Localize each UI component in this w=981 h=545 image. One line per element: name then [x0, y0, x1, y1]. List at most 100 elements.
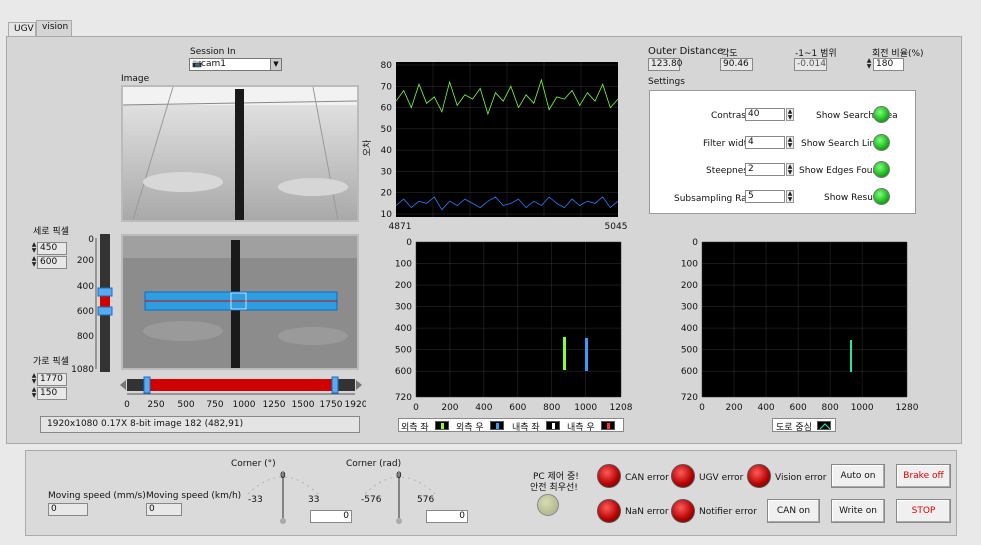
show-result-toggle[interactable]: [873, 188, 890, 205]
hslider-tick: 1750: [320, 400, 343, 410]
horizontal-pixel-label: 가로 픽셀: [33, 357, 69, 367]
outer-distance-label: Outer Distance: [648, 46, 724, 57]
tab-ugv[interactable]: UGV: [8, 22, 36, 36]
x-max-label: 5045: [605, 222, 628, 232]
stop-button[interactable]: STOP: [896, 499, 951, 523]
y-tick: 500: [395, 346, 412, 356]
filter-input[interactable]: 4: [745, 136, 785, 149]
image-label: Image: [121, 74, 150, 84]
y-tick: 400: [395, 324, 412, 334]
y-tick: 70: [381, 82, 393, 92]
lane-edge-chart: 0 100 200 300 400 500 600 720 0 200 400 600 800 1000…: [395, 238, 633, 413]
hslider-left-handle: [143, 376, 151, 394]
processed-image: [121, 234, 359, 370]
hslider-tick: 1500: [292, 400, 315, 410]
ratio-spin[interactable]: ▲ ▼: [865, 58, 873, 71]
show-result-label: Show Result: [824, 193, 879, 203]
steepness-input[interactable]: 2: [745, 163, 785, 176]
horizontal-pixel-2[interactable]: 150: [37, 387, 67, 400]
x-tick: 1280: [896, 403, 919, 413]
vertical-pixel-label: 세로 픽셀: [33, 227, 69, 237]
can-error-led: [597, 464, 621, 488]
x-tick: 1000: [851, 403, 874, 413]
horizontal-range-slider[interactable]: 0 250 500 750 1000 1250 1500 1750 1920: [118, 376, 366, 412]
y-tick: 200: [681, 281, 698, 291]
legend-swatch-red-icon: [601, 421, 615, 430]
lane-legend: 외측 좌 외측 우 내측 좌 내측 우: [398, 418, 624, 433]
nan-error-label: NaN error: [625, 507, 669, 517]
vslider-top-handle: [97, 287, 113, 297]
show-search-lines-toggle[interactable]: [873, 134, 890, 151]
vslider-tick: 1080: [72, 365, 94, 374]
chevron-down-icon[interactable]: ▼: [270, 59, 281, 70]
deg-min: -33: [248, 495, 263, 505]
y-tick: 720: [395, 393, 412, 403]
hslider-tick: 1250: [263, 400, 286, 410]
road-legend: 도로 중심: [772, 418, 836, 433]
contrast-spin[interactable]: ▲ ▼: [786, 108, 794, 121]
corner-deg-value: 0: [310, 510, 352, 523]
show-edges-toggle[interactable]: [873, 161, 890, 178]
filter-spin[interactable]: ▲ ▼: [786, 136, 794, 149]
can-on-button[interactable]: CAN on: [767, 499, 820, 523]
legend-outer-right: 외측 우: [456, 423, 484, 433]
moving-km-label: Moving speed (km/h): [146, 491, 242, 501]
ugv-error-label: UGV error: [699, 473, 744, 483]
y-tick: 50: [381, 125, 393, 135]
angle-value: 90.46: [720, 58, 753, 71]
x-min-label: 4871: [389, 222, 412, 232]
moving-km-value: 0: [146, 503, 182, 516]
y-tick: 100: [681, 260, 698, 270]
tab-vision[interactable]: vision: [36, 20, 72, 37]
x-tick: 400: [757, 403, 774, 413]
settings-title: Settings: [648, 77, 685, 87]
contrast-label: Contrast: [711, 111, 750, 121]
x-tick: 200: [725, 403, 742, 413]
camera-image: [121, 85, 359, 222]
session-label: Session In: [190, 47, 236, 57]
subsampling-input[interactable]: 5: [745, 190, 785, 203]
vslider-tick: 400: [77, 282, 94, 292]
contrast-input[interactable]: 40: [745, 108, 785, 121]
hslider-tick: 1920: [345, 400, 366, 410]
session-select[interactable]: 📷 cam1 ▼: [189, 58, 282, 71]
brake-off-button[interactable]: Brake off: [896, 464, 951, 488]
vslider-tick: 0: [88, 235, 94, 245]
error-line-chart: 80 70 60 50 40 30 20 10 오차 4871 5045: [361, 61, 628, 232]
x-tick: 0: [413, 403, 419, 413]
subsampling-spin[interactable]: ▲ ▼: [786, 190, 794, 203]
vertical-pixel-1[interactable]: 450: [37, 242, 67, 255]
y-tick: 100: [395, 260, 412, 270]
legend-swatch-teal-icon: [817, 421, 831, 430]
road-center-chart: 0 100 200 300 400 500 600 720 0 200 400 600 800 1000…: [681, 238, 919, 413]
chart-ylabel: 오차: [361, 139, 373, 156]
legend-swatch-white-icon: [546, 421, 560, 430]
y-tick: 0: [692, 238, 698, 248]
vslider-tick: 600: [77, 307, 94, 317]
write-on-button[interactable]: Write on: [831, 499, 885, 523]
auto-on-button[interactable]: Auto on: [831, 464, 885, 488]
y-tick: 600: [681, 367, 698, 377]
vertical-range-slider[interactable]: 0 200 400 600 800 1080: [72, 232, 120, 374]
y-tick: 0: [406, 238, 412, 248]
x-tick: 600: [790, 403, 807, 413]
rad-mid: 0: [396, 471, 402, 481]
vertical-pixel-2[interactable]: 600: [37, 256, 67, 269]
steepness-spin[interactable]: ▲ ▼: [786, 163, 794, 176]
show-search-area-toggle[interactable]: [873, 106, 890, 123]
legend-outer-left: 외측 좌: [401, 423, 429, 433]
moving-mm-value: 0: [48, 503, 88, 516]
x-tick: 400: [475, 403, 492, 413]
horizontal-pixel-1[interactable]: 1770: [37, 373, 67, 386]
ratio-value[interactable]: 180: [873, 58, 904, 71]
hslider-right-handle: [331, 376, 339, 394]
y-tick: 60: [381, 104, 393, 114]
deg-mid: 0: [280, 471, 286, 481]
x-tick: 200: [441, 403, 458, 413]
rad-max: 576: [417, 495, 434, 505]
notifier-error-led: [671, 499, 695, 523]
outer-right-mark: [585, 338, 588, 371]
y-tick: 500: [681, 346, 698, 356]
vslider-tick: 200: [77, 256, 94, 266]
pc-control-indicator: [537, 494, 559, 516]
